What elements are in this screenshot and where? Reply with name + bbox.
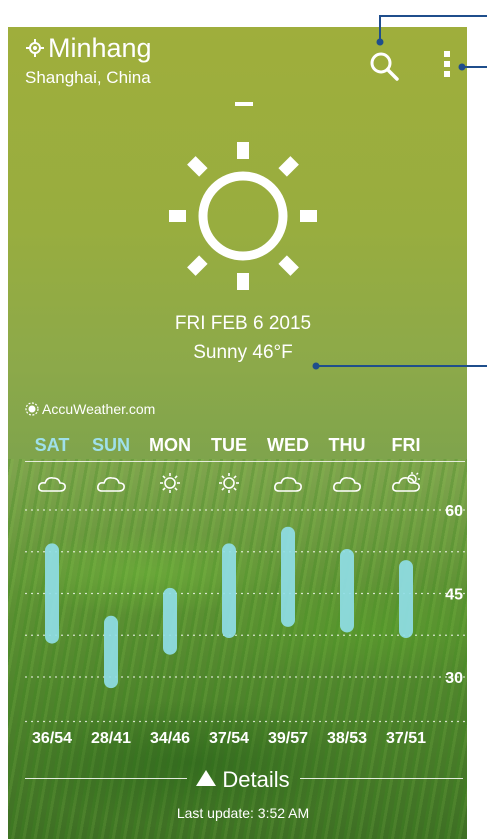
chart-scale-label: 45 (445, 587, 463, 604)
weather-screen: Minhang Shanghai, China FRI FEB 6 2015 S… (8, 27, 467, 839)
details-button[interactable]: Details (8, 767, 467, 793)
temperature-range-wed: 39/57 (267, 730, 309, 747)
last-update: Last update: 3:52 AM (176, 805, 310, 821)
chart-scale-label: 60 (445, 503, 463, 520)
temperature-range-fri: 37/51 (385, 730, 427, 747)
triangle-up-icon (196, 770, 217, 786)
temperature-bar-tue (222, 543, 236, 639)
temperature-range-thu: 38/53 (326, 730, 368, 747)
temperature-bar-mon (163, 587, 177, 655)
temperature-range-sat: 36/54 (31, 730, 73, 747)
temperature-range-tue: 37/54 (208, 730, 250, 747)
temperature-range-mon: 34/46 (149, 730, 191, 747)
details-label: Details (222, 767, 290, 792)
temperature-chart: 60 45 30 (25, 503, 465, 723)
temperature-bar-wed (281, 526, 295, 627)
temperature-bar-sat (45, 543, 59, 644)
temperature-bar-sun (104, 615, 118, 689)
chart-scale-label: 30 (445, 670, 463, 687)
temperature-bar-thu (340, 548, 354, 633)
temperature-range-sun: 28/41 (90, 730, 132, 747)
temperature-bar-fri (399, 560, 413, 639)
